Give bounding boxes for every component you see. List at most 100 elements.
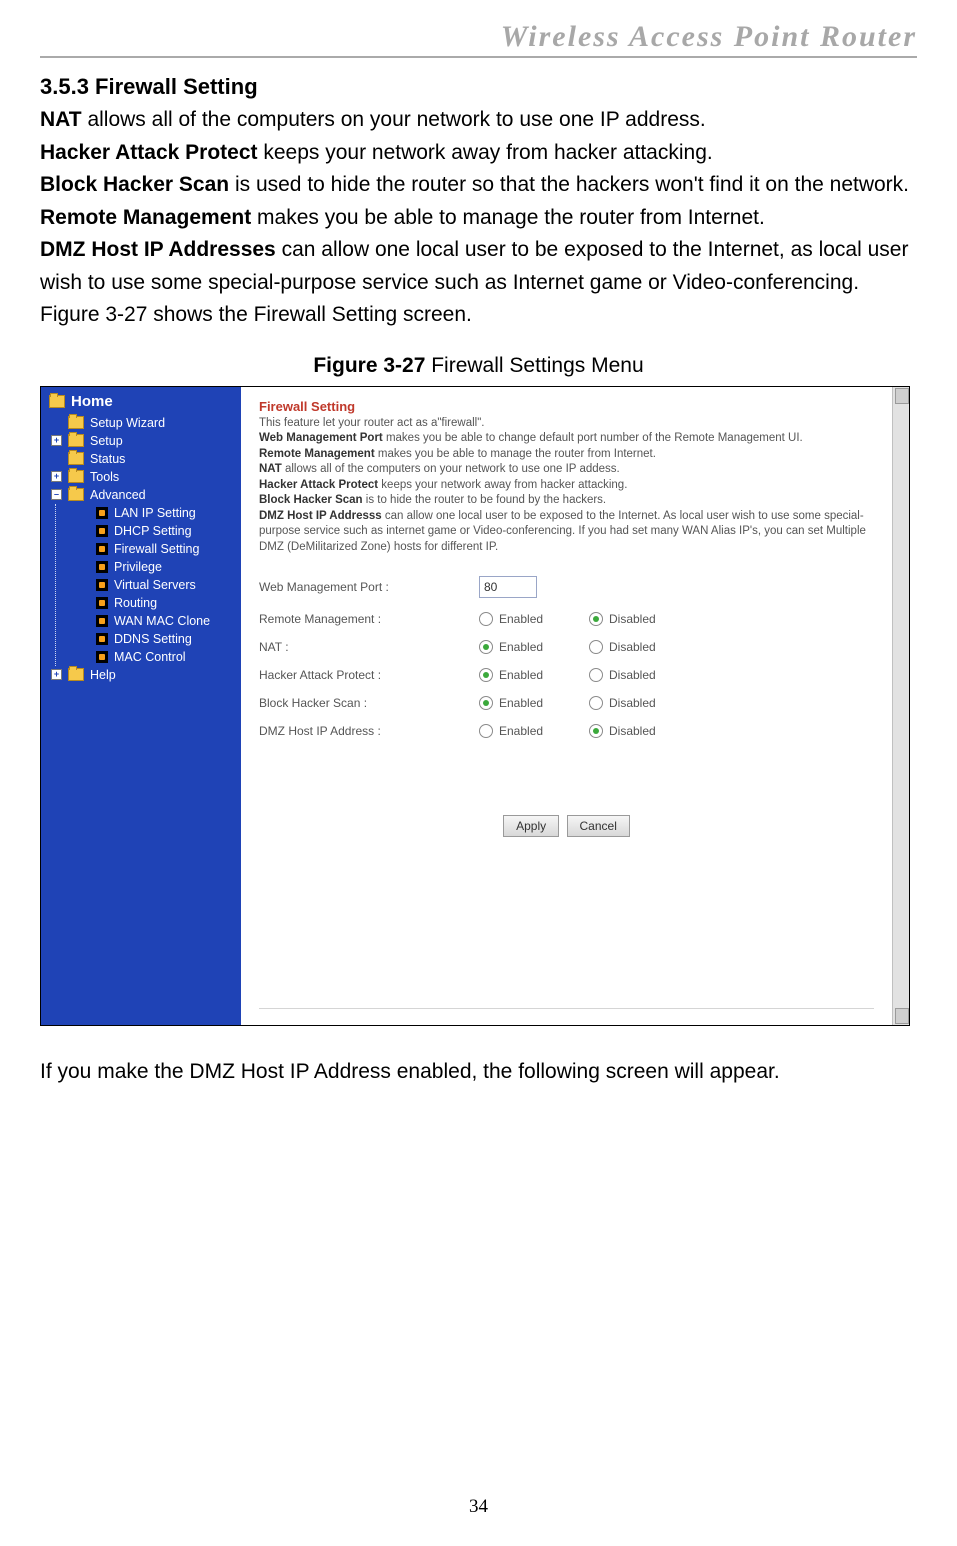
page-number: 34 (0, 1496, 957, 1518)
desc-intro: This feature let your router act as a"fi… (259, 417, 484, 429)
row-web-management-port: Web Management Port : (259, 569, 874, 605)
radio-disabled[interactable] (589, 640, 603, 654)
sidebar-item-setup-wizard[interactable]: Setup Wizard (41, 414, 241, 432)
sidebar-sub-label: Firewall Setting (114, 542, 199, 556)
desc-wmp-t: makes you be able to change default port… (383, 432, 803, 444)
opt-enabled: Enabled (499, 668, 543, 682)
page-icon (96, 615, 108, 627)
bhs-term: Block Hacker Scan (40, 173, 229, 196)
sidebar-sub-label: Routing (114, 596, 157, 610)
desc-dmz-b: DMZ Host IP Addresss (259, 510, 382, 522)
sidebar-sub-wan-mac-clone[interactable]: WAN MAC Clone (56, 612, 241, 630)
collapse-icon[interactable]: – (51, 489, 62, 500)
desc-rm-t: makes you be able to manage the router f… (375, 448, 656, 460)
nat-term: NAT (40, 108, 82, 131)
sidebar-home-label: Home (71, 393, 113, 410)
page-icon (96, 579, 108, 591)
panel-description: This feature let your router act as a"fi… (259, 416, 874, 556)
folder-icon (68, 488, 84, 501)
vertical-scrollbar[interactable] (892, 387, 909, 1025)
radio-enabled[interactable] (479, 696, 493, 710)
figure-label-text: Firewall Settings Menu (425, 354, 643, 377)
desc-hap-t: keeps your network away from hacker atta… (378, 479, 627, 491)
panel-title: Firewall Setting (259, 399, 874, 414)
sidebar-label: Advanced (90, 488, 146, 502)
sidebar-sub-routing[interactable]: Routing (56, 594, 241, 612)
nav-sidebar: Home Setup Wizard + Setup Status + Tools (41, 387, 241, 1025)
row-nat: NAT : Enabled Disabled (259, 633, 874, 661)
sidebar-label: Status (90, 452, 125, 466)
opt-disabled: Disabled (609, 612, 656, 626)
radio-disabled[interactable] (589, 696, 603, 710)
row-label: Block Hacker Scan : (259, 696, 479, 710)
sidebar-sub-label: Privilege (114, 560, 162, 574)
desc-rm-b: Remote Management (259, 448, 375, 460)
page-icon (96, 543, 108, 555)
doc-header: Wireless Access Point Router (40, 20, 917, 58)
sidebar-sub-privilege[interactable]: Privilege (56, 558, 241, 576)
page-icon (96, 525, 108, 537)
expand-icon[interactable]: + (51, 669, 62, 680)
figure-caption: Figure 3-27 Firewall Settings Menu (40, 354, 917, 378)
desc-bhs-b: Block Hacker Scan (259, 494, 363, 506)
rm-term: Remote Management (40, 206, 251, 229)
row-label: Remote Management : (259, 612, 479, 626)
web-management-port-input[interactable] (479, 576, 537, 598)
row-hacker-attack-protect: Hacker Attack Protect : Enabled Disabled (259, 661, 874, 689)
radio-enabled[interactable] (479, 612, 493, 626)
bhs-text: is used to hide the router so that the h… (229, 173, 909, 196)
folder-icon (68, 416, 84, 429)
sidebar-sub-label: DDNS Setting (114, 632, 192, 646)
sidebar-label: Help (90, 668, 116, 682)
sidebar-item-status[interactable]: Status (41, 450, 241, 468)
radio-disabled[interactable] (589, 724, 603, 738)
row-dmz-host-ip: DMZ Host IP Address : Enabled Disabled (259, 717, 874, 745)
sidebar-sub-dhcp[interactable]: DHCP Setting (56, 522, 241, 540)
radio-disabled[interactable] (589, 612, 603, 626)
desc-hap-b: Hacker Attack Protect (259, 479, 378, 491)
button-row: Apply Cancel (259, 815, 874, 837)
opt-disabled: Disabled (609, 724, 656, 738)
sidebar-item-help[interactable]: + Help (41, 666, 241, 684)
opt-enabled: Enabled (499, 612, 543, 626)
trailing-paragraph: If you make the DMZ Host IP Address enab… (40, 1060, 917, 1084)
opt-enabled: Enabled (499, 724, 543, 738)
sidebar-sub-firewall[interactable]: Firewall Setting (56, 540, 241, 558)
opt-disabled: Disabled (609, 668, 656, 682)
expand-icon[interactable]: + (51, 471, 62, 482)
sidebar-home[interactable]: Home (41, 391, 241, 414)
sidebar-sub-mac-control[interactable]: MAC Control (56, 648, 241, 666)
sidebar-sub-virtual-servers[interactable]: Virtual Servers (56, 576, 241, 594)
cancel-button[interactable]: Cancel (567, 815, 630, 837)
radio-enabled[interactable] (479, 724, 493, 738)
radio-enabled[interactable] (479, 668, 493, 682)
radio-disabled[interactable] (589, 668, 603, 682)
apply-button[interactable]: Apply (503, 815, 559, 837)
page-icon (96, 633, 108, 645)
intro-paragraphs: NAT allows all of the computers on your … (40, 104, 917, 332)
firewall-screenshot: Home Setup Wizard + Setup Status + Tools (40, 386, 910, 1026)
section-heading: 3.5.3 Firewall Setting (40, 74, 917, 100)
nat-text: allows all of the computers on your netw… (82, 108, 706, 131)
sidebar-label: Setup (90, 434, 123, 448)
page-icon (96, 507, 108, 519)
sidebar-item-tools[interactable]: + Tools (41, 468, 241, 486)
dmz-term: DMZ Host IP Addresses (40, 238, 276, 261)
folder-icon (68, 434, 84, 447)
sidebar-label: Tools (90, 470, 119, 484)
sidebar-item-setup[interactable]: + Setup (41, 432, 241, 450)
sidebar-item-advanced[interactable]: – Advanced (41, 486, 241, 504)
row-block-hacker-scan: Block Hacker Scan : Enabled Disabled (259, 689, 874, 717)
page-icon (96, 561, 108, 573)
content-panel: Firewall Setting This feature let your r… (241, 387, 892, 1025)
sidebar-sub-ddns[interactable]: DDNS Setting (56, 630, 241, 648)
desc-wmp-b: Web Management Port (259, 432, 383, 444)
radio-enabled[interactable] (479, 640, 493, 654)
wmp-label: Web Management Port : (259, 580, 479, 594)
sidebar-sub-label: LAN IP Setting (114, 506, 196, 520)
row-label: Hacker Attack Protect : (259, 668, 479, 682)
sidebar-sub-lan-ip[interactable]: LAN IP Setting (56, 504, 241, 522)
figure-label-bold: Figure 3-27 (313, 354, 425, 377)
folder-icon (68, 470, 84, 483)
expand-icon[interactable]: + (51, 435, 62, 446)
